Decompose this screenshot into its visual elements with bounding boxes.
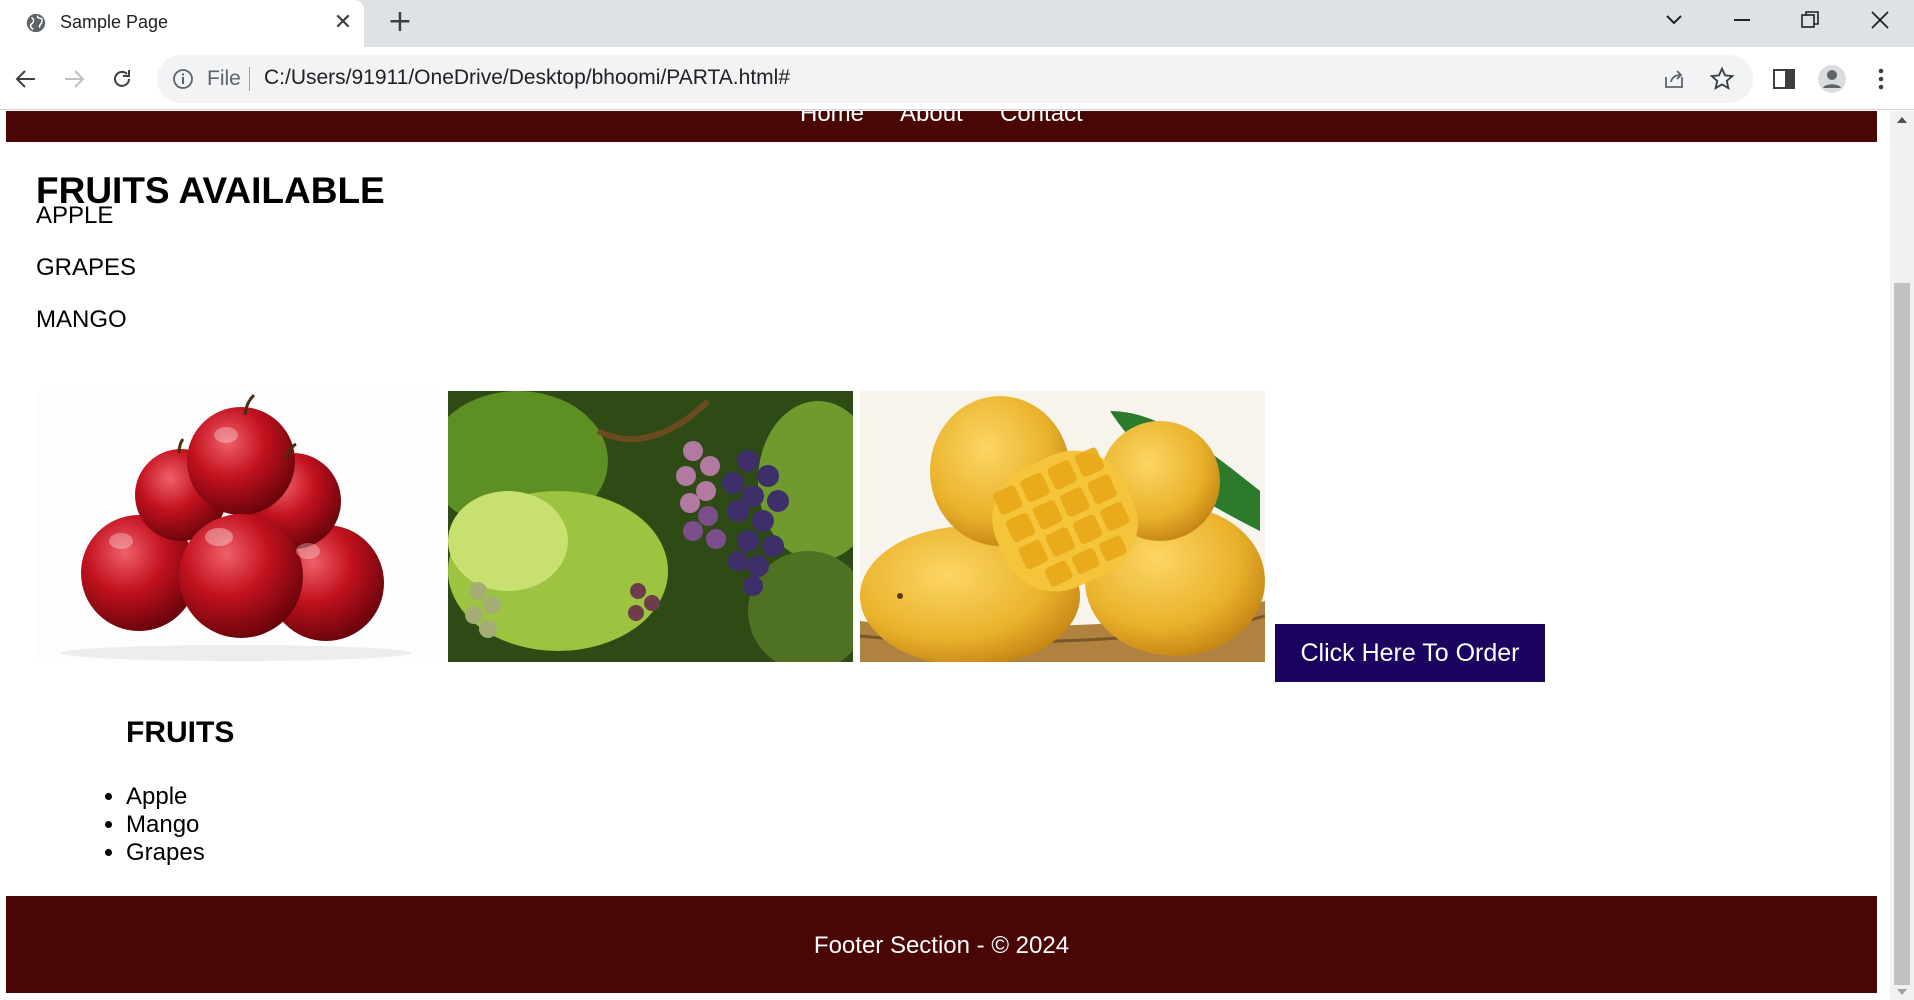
list-item: Mango [126,811,205,839]
apple-image [36,391,441,662]
info-icon[interactable] [171,67,195,91]
list-item: Apple [126,783,205,811]
url-text[interactable]: C:/Users/91911/OneDrive/Desktop/bhoomi/P… [264,66,790,90]
tab-strip: Sample Page ✕ + [0,0,1914,47]
fruit-list: Apple Mango Grapes [126,783,205,867]
browser-toolbar: File C:/Users/91911/OneDrive/Desktop/bho… [0,47,1914,110]
close-window-icon[interactable] [1846,0,1914,40]
side-panel-icon[interactable] [1768,63,1800,95]
tab-close-icon[interactable]: ✕ [330,9,356,35]
minimize-icon[interactable] [1708,0,1776,40]
address-separator [249,67,250,91]
globe-icon [26,13,46,33]
bookmark-star-icon[interactable] [1709,66,1735,92]
mango-image [860,391,1265,662]
page-viewport: Home About Contact FRUITS AVAILABLE APPL… [0,111,1914,1000]
profile-avatar-icon[interactable] [1816,63,1848,95]
footer-text: Footer Section - © 2024 [813,932,1070,959]
scrollbar-thumb[interactable] [1894,283,1910,985]
scheme-label: File [207,67,241,90]
site-navbar: Home About Contact [6,111,1877,142]
back-arrow-icon[interactable] [7,60,45,98]
tab-search-icon[interactable] [1640,0,1708,40]
page-footer: Footer Section - © 2024 [6,896,1877,993]
restore-icon[interactable] [1776,0,1844,40]
vertical-scrollbar[interactable] [1890,111,1914,1000]
forward-arrow-icon[interactable] [55,60,93,98]
new-tab-icon[interactable]: + [384,7,416,39]
scroll-down-arrow-icon[interactable] [1897,989,1907,995]
nav-link-contact[interactable]: Contact [1000,111,1083,128]
share-icon[interactable] [1662,67,1686,91]
fruits-subheading: FRUITS [126,716,235,749]
tab-title: Sample Page [60,12,169,32]
fruit-line-grapes: GRAPES [36,254,137,281]
order-button[interactable]: Click Here To Order [1275,624,1545,682]
nav-link-home[interactable]: Home [800,111,864,128]
scroll-up-arrow-icon[interactable] [1897,117,1907,123]
reload-icon[interactable] [103,60,141,98]
kebab-menu-icon[interactable] [1865,63,1897,95]
list-item: Grapes [126,839,205,867]
browser-tab[interactable]: Sample Page ✕ [0,0,364,47]
nav-link-about[interactable]: About [900,111,963,128]
grapes-image [448,391,853,662]
fruit-line-mango: MANGO [36,306,127,333]
address-bar[interactable]: File C:/Users/91911/OneDrive/Desktop/bho… [157,55,1753,103]
fruit-line-apple: APPLE [36,202,114,229]
web-page: Home About Contact FRUITS AVAILABLE APPL… [6,111,1877,1000]
